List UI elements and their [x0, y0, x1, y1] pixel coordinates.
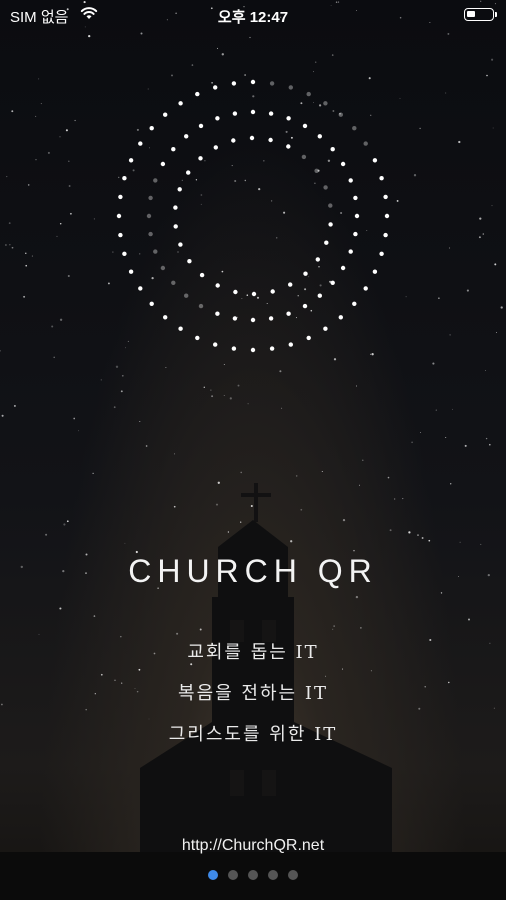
- clock: 오후 12:47: [217, 9, 289, 26]
- app-title: CHURCH QR: [128, 553, 378, 589]
- church-qr-logo-icon: [116, 79, 390, 353]
- website-link[interactable]: http://ChurchQR.net: [0, 837, 506, 855]
- cross-icon: [241, 483, 271, 522]
- battery-icon: [464, 8, 497, 21]
- page-dot[interactable]: [288, 870, 298, 880]
- status-bar: SIM 없음 오후 12:47: [0, 0, 506, 30]
- slogan-line-2: 복음을 전하는 IT: [178, 683, 328, 704]
- page-dot[interactable]: [208, 870, 218, 880]
- page-indicator[interactable]: [0, 870, 506, 880]
- page-dot[interactable]: [268, 870, 278, 880]
- page-dot[interactable]: [228, 870, 238, 880]
- page-dot[interactable]: [248, 870, 258, 880]
- slogan-line-1: 교회를 돕는 IT: [187, 642, 319, 663]
- slogan-line-3: 그리스도를 위한 IT: [168, 724, 338, 745]
